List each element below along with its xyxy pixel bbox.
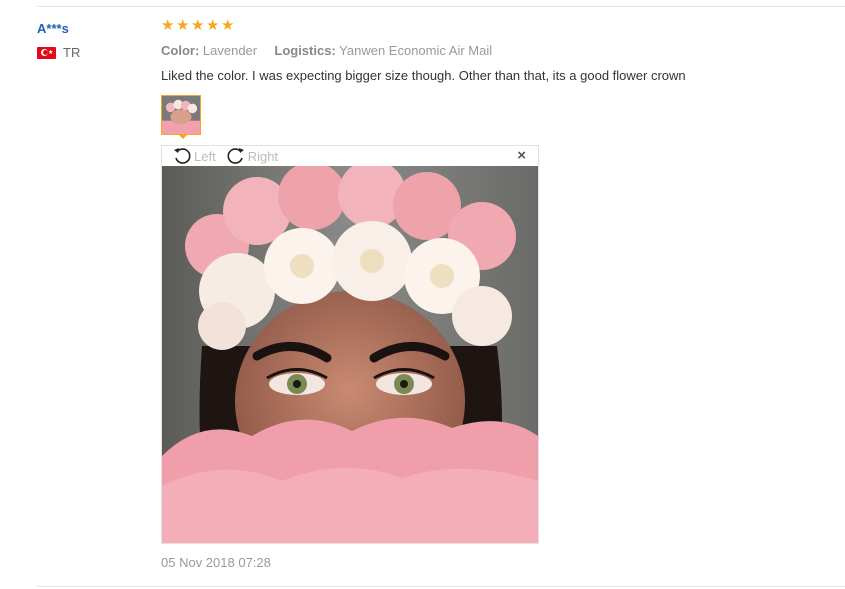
rotate-right-icon bbox=[227, 148, 244, 164]
turkey-flag-icon: ★ bbox=[37, 46, 56, 59]
star-icon: ★ bbox=[161, 17, 175, 34]
rotate-left-icon bbox=[174, 148, 191, 164]
color-value: Lavender bbox=[202, 43, 258, 58]
top-divider bbox=[37, 6, 845, 7]
color-label: Color: bbox=[161, 43, 200, 58]
reviewer-country: ★ TR bbox=[37, 45, 80, 60]
review-photo-thumbnail[interactable] bbox=[161, 95, 201, 135]
logistics-value: Yanwen Economic Air Mail bbox=[339, 43, 493, 58]
reviewer-info: A***s ★ TR bbox=[37, 21, 80, 60]
photo-viewer: Left Right × bbox=[161, 145, 539, 544]
review-content: ★ ★ ★ ★ ★ Color: Lavender Logistics: Yan… bbox=[161, 17, 821, 84]
review-date: 05 Nov 2018 07:28 bbox=[161, 555, 271, 570]
order-attributes: Color: Lavender Logistics: Yanwen Econom… bbox=[161, 43, 821, 59]
review-photo bbox=[162, 166, 538, 543]
rotate-right-button[interactable]: Right bbox=[226, 146, 278, 166]
rating-stars: ★ ★ ★ ★ ★ bbox=[161, 17, 821, 37]
viewer-toolbar: Left Right × bbox=[162, 146, 538, 166]
star-icon: ★ bbox=[206, 17, 220, 34]
star-icon: ★ bbox=[221, 17, 235, 34]
rotate-left-button[interactable]: Left bbox=[172, 146, 216, 166]
review-text: Liked the color. I was expecting bigger … bbox=[161, 68, 686, 83]
bottom-divider bbox=[37, 586, 845, 587]
close-icon[interactable]: × bbox=[517, 148, 526, 164]
star-icon: ★ bbox=[191, 17, 205, 34]
thumbnail-pointer bbox=[178, 134, 188, 139]
logistics-label: Logistics: bbox=[274, 43, 336, 58]
country-code: TR bbox=[63, 45, 81, 60]
reviewer-name: A***s bbox=[37, 21, 69, 36]
star-icon: ★ bbox=[176, 17, 190, 34]
rotate-left-label: Left bbox=[194, 148, 216, 164]
rotate-right-label: Right bbox=[247, 148, 279, 164]
